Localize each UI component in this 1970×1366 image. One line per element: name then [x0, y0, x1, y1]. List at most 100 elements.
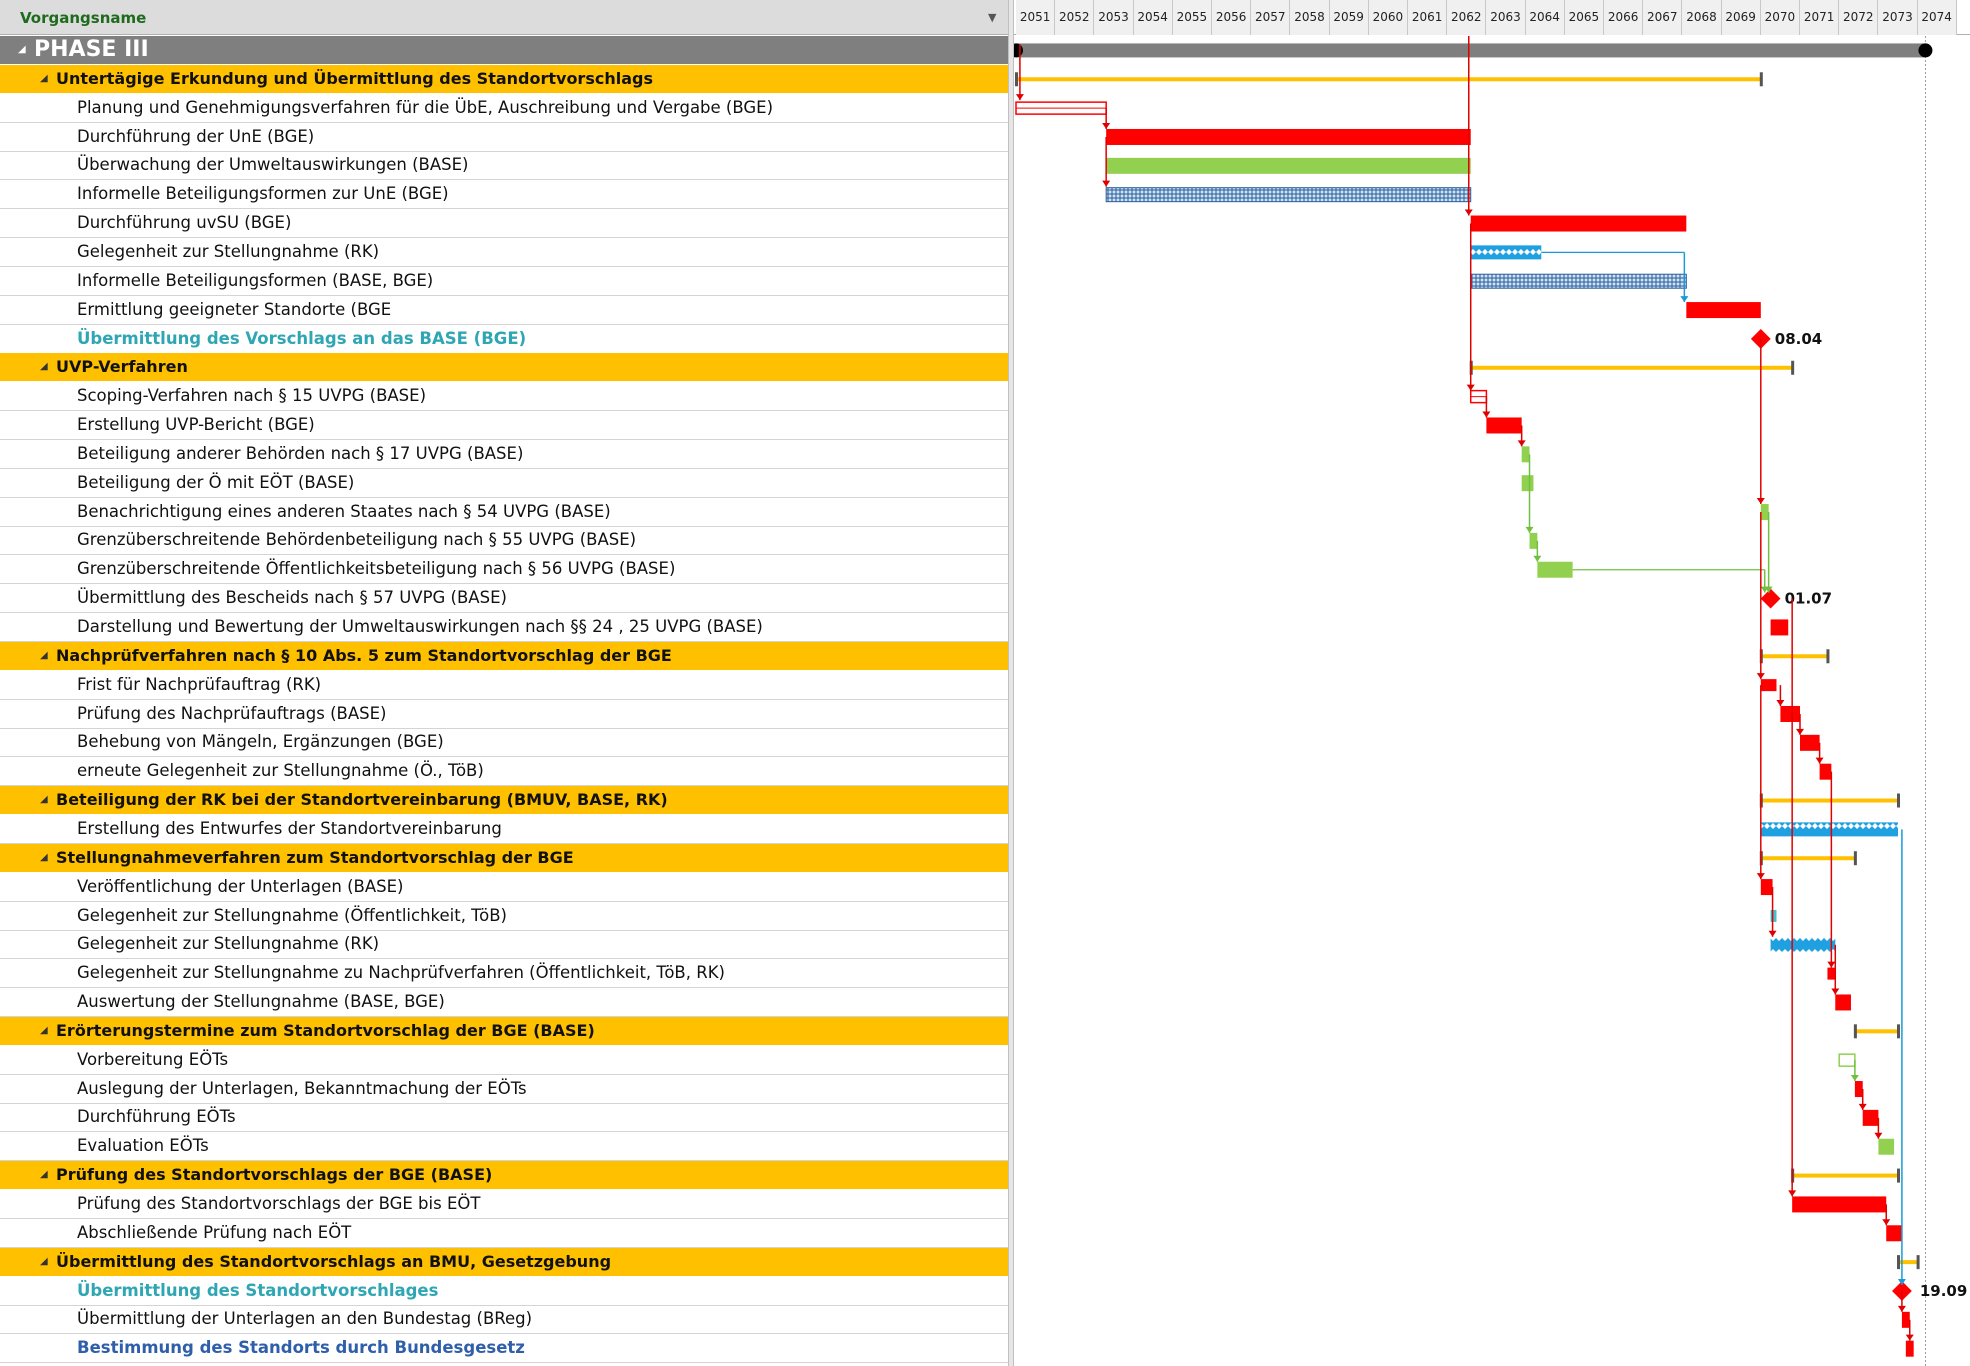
critical-task-bar[interactable] — [1901, 1311, 1910, 1328]
critical-task-bar[interactable] — [1106, 128, 1471, 145]
summary-end-cap[interactable] — [1897, 793, 1900, 808]
task-row[interactable]: Evaluation EÖTs — [0, 1132, 1008, 1162]
critical-task-bar[interactable] — [1800, 734, 1820, 751]
task-row[interactable]: Prüfung des Nachprüfauftrags (BASE) — [0, 700, 1008, 729]
task-row[interactable]: Erstellung UVP-Bericht (BGE) — [0, 411, 1008, 441]
task-bar[interactable] — [1770, 937, 1836, 952]
task-row[interactable]: Behebung von Mängeln, Ergänzungen (BGE) — [0, 728, 1008, 758]
collapse-triangle-icon[interactable]: ◢ — [40, 1248, 48, 1276]
task-row[interactable]: Auswertung der Stellungnahme (BASE, BGE) — [0, 988, 1008, 1018]
summary-bar[interactable] — [1760, 798, 1898, 803]
dependency-arrow[interactable] — [1858, 1103, 1867, 1110]
dependency-arrow[interactable] — [1815, 757, 1824, 764]
task-row[interactable]: Scoping-Verfahren nach § 15 UVPG (BASE) — [0, 382, 1008, 412]
dependency-arrow[interactable] — [1796, 728, 1804, 735]
dependency-arrow[interactable] — [1756, 498, 1765, 505]
phase-end-marker[interactable] — [1918, 43, 1933, 58]
task-row[interactable]: Frist für Nachprüfauftrag (RK) — [0, 671, 1008, 700]
task-bar[interactable] — [1521, 446, 1530, 463]
task-bar[interactable] — [1537, 561, 1573, 578]
collapse-triangle-icon[interactable]: ◢ — [40, 642, 48, 670]
task-bar[interactable] — [1878, 1138, 1895, 1155]
dependency-arrow[interactable] — [1776, 699, 1785, 706]
summary-bar[interactable] — [1016, 77, 1761, 82]
task-row[interactable]: Übermittlung des Standortvorschlages — [0, 1277, 1008, 1306]
summary-task-row[interactable]: ◢ Nachprüfverfahren nach § 10 Abs. 5 zum … — [0, 641, 1008, 671]
task-row[interactable]: Abschließende Prüfung nach EÖT — [0, 1219, 1008, 1248]
summary-bar[interactable] — [1792, 1173, 1898, 1178]
summary-task-row[interactable]: ◢ Untertägige Erkundung und Übermittlung … — [0, 64, 1008, 94]
task-row[interactable]: Grenzüberschreitende Öffentlichkeitsbete… — [0, 555, 1008, 585]
task-row[interactable]: Übermittlung der Unterlagen an den Bunde… — [0, 1305, 1008, 1335]
task-row[interactable]: Beteiligung anderer Behörden nach § 17 U… — [0, 440, 1008, 469]
task-bar[interactable] — [1760, 822, 1898, 837]
task-row[interactable]: Durchführung EÖTs — [0, 1103, 1008, 1133]
summary-task-row[interactable]: ◢ Stellungnahmeverfahren zum Standortvors… — [0, 843, 1008, 873]
summary-task-row[interactable]: ◢ UVP-Verfahren — [0, 353, 1008, 383]
dependency-arrow[interactable] — [1897, 1305, 1906, 1312]
collapse-triangle-icon[interactable]: ◢ — [40, 65, 48, 93]
task-bar[interactable] — [1838, 1053, 1856, 1067]
dependency-arrow[interactable] — [1482, 411, 1491, 418]
task-row[interactable]: Gelegenheit zur Stellungnahme (RK) — [0, 930, 1008, 960]
summary-task-row[interactable]: ◢ PHASE III — [0, 36, 1008, 65]
summary-end-cap[interactable] — [1897, 1168, 1900, 1183]
task-row[interactable]: Prüfung des Standortvorschlags der BGE b… — [0, 1190, 1008, 1219]
collapse-triangle-icon[interactable]: ◢ — [18, 36, 26, 64]
task-row[interactable]: Informelle Beteiligungsformen zur UnE (B… — [0, 180, 1008, 210]
task-row[interactable]: Übermittlung des Vorschlags an das BASE … — [0, 325, 1008, 354]
task-row[interactable]: Gelegenheit zur Stellungnahme (RK) — [0, 238, 1008, 267]
summary-task-row[interactable]: ◢ Beteiligung der RK bei der Standortvere… — [0, 786, 1008, 816]
task-bar[interactable] — [1521, 475, 1534, 492]
summary-task-row[interactable]: ◢ Übermittlung des Standortvorschlags an … — [0, 1247, 1008, 1277]
task-row[interactable]: Erstellung des Entwurfes der Standortver… — [0, 815, 1008, 844]
task-bar[interactable] — [1470, 245, 1542, 260]
critical-task-bar[interactable] — [1905, 1340, 1914, 1357]
task-row[interactable]: Grenzüberschreitende Behördenbeteiligung… — [0, 526, 1008, 556]
critical-task-bar[interactable] — [1686, 302, 1761, 319]
critical-task-bar[interactable] — [1854, 1081, 1863, 1098]
task-row[interactable]: Auslegung der Unterlagen, Bekanntmachung… — [0, 1075, 1008, 1104]
summary-task-row[interactable]: ◢ Prüfung des Standortvorschlags der BGE … — [0, 1161, 1008, 1191]
collapse-triangle-icon[interactable]: ◢ — [40, 1017, 48, 1045]
summary-end-cap[interactable] — [1826, 649, 1830, 664]
task-row[interactable]: Bestimmung des Standorts durch Bundesges… — [0, 1334, 1008, 1364]
task-row[interactable]: Benachrichtigung eines anderen Staates n… — [0, 498, 1008, 527]
dependency-arrow[interactable] — [1102, 180, 1111, 187]
dependency-arrow[interactable] — [1788, 1190, 1797, 1197]
dependency-arrow[interactable] — [1466, 384, 1475, 391]
summary-start-cap[interactable] — [1853, 1024, 1857, 1039]
task-row[interactable]: Gelegenheit zur Stellungnahme zu Nachprü… — [0, 959, 1008, 989]
summary-bar[interactable] — [1760, 654, 1828, 659]
task-row[interactable]: Gelegenheit zur Stellungnahme (Öffentlic… — [0, 902, 1008, 931]
critical-task-bar[interactable] — [1770, 619, 1789, 636]
task-bar[interactable] — [1105, 187, 1472, 203]
task-row[interactable]: Veröffentlichung der Unterlagen (BASE) — [0, 873, 1008, 902]
task-row[interactable]: Durchführung uvSU (BGE) — [0, 209, 1008, 239]
summary-bar[interactable] — [1470, 365, 1793, 370]
summary-end-cap[interactable] — [1759, 72, 1763, 87]
task-row[interactable]: Informelle Beteiligungsformen (BASE, BGE… — [0, 267, 1008, 296]
column-header[interactable]: Vorgangsname ▼ — [0, 0, 1008, 35]
summary-end-cap[interactable] — [1853, 851, 1857, 866]
task-bar[interactable] — [1760, 504, 1769, 521]
task-row[interactable]: Beteiligung der Ö mit EÖT (BASE) — [0, 469, 1008, 498]
dependency-arrow[interactable] — [1827, 961, 1836, 968]
collapse-triangle-icon[interactable]: ◢ — [40, 844, 48, 872]
dependency-arrow[interactable] — [1533, 555, 1542, 562]
task-bar[interactable] — [1529, 532, 1538, 549]
dependency-arrow[interactable] — [1850, 1075, 1859, 1082]
critical-task-bar[interactable] — [1780, 705, 1800, 722]
dependency-arrow[interactable] — [1831, 988, 1840, 995]
dependency-arrow[interactable] — [1525, 526, 1534, 533]
dependency-arrow[interactable] — [1015, 94, 1024, 101]
collapse-triangle-icon[interactable]: ◢ — [40, 1161, 48, 1189]
collapse-triangle-icon[interactable]: ◢ — [40, 786, 48, 814]
task-bar[interactable] — [1770, 909, 1777, 922]
critical-task-bar[interactable] — [1862, 1109, 1879, 1126]
summary-task-row[interactable]: ◢ Erörterungstermine zum Standortvorschla… — [0, 1016, 1008, 1046]
dependency-arrow[interactable] — [1882, 1219, 1891, 1226]
summary-bar[interactable] — [1760, 856, 1855, 861]
critical-task-bar[interactable] — [1819, 763, 1832, 780]
task-row[interactable]: Übermittlung des Bescheids nach § 57 UVP… — [0, 584, 1008, 614]
